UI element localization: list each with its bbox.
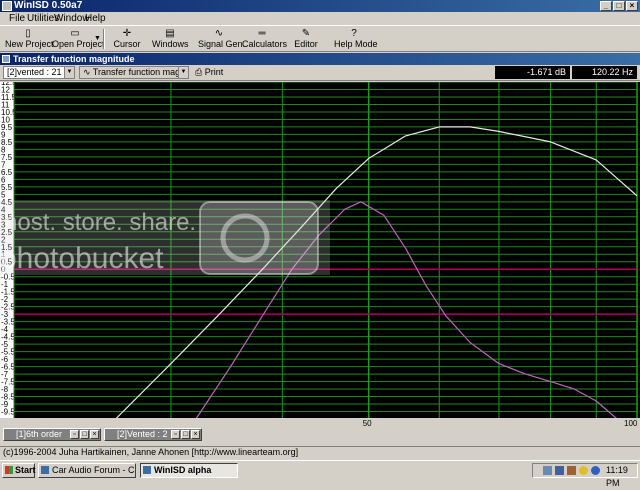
x-axis-labels: 50 100	[363, 419, 638, 428]
doc-toolbar: [2]vented : 21 ▼ ∿ Transfer function mag…	[0, 65, 640, 81]
app-icon	[2, 1, 12, 11]
db-readout: -1.671 dB	[495, 66, 570, 79]
toolbar-separator	[103, 29, 105, 49]
close-button[interactable]: ×	[626, 1, 638, 11]
system-tray: 11:19 PM	[532, 463, 638, 488]
chevron-down-icon: ▼	[178, 67, 188, 78]
windows-logo-icon	[5, 466, 13, 474]
response-curve-2	[195, 201, 618, 420]
cursor-button[interactable]: ✛ Cursor	[110, 28, 144, 50]
network-icon[interactable]	[543, 466, 552, 475]
open-project-dropdown-icon[interactable]: ▼	[94, 35, 101, 42]
graph-type-select[interactable]: ∿ Transfer function magnitude ▼	[79, 66, 189, 79]
editor-icon: ✎	[301, 28, 311, 39]
task-label: Car Audio Forum - CarAu...	[52, 465, 135, 475]
minimized-window-label: [1]6th order	[16, 429, 63, 439]
print-button[interactable]: ⎙ Print	[195, 66, 223, 79]
minimized-window-6th-order[interactable]: [1]6th order ▫ □ ×	[3, 428, 101, 441]
winisd-icon	[143, 466, 151, 474]
status-bar: (c)1996-2004 Juha Hartikainen, Janne Aho…	[0, 446, 640, 458]
project-select-value: [2]vented : 21	[7, 67, 62, 77]
x-tick-label: 50	[363, 419, 372, 428]
project-select[interactable]: [2]vented : 21 ▼	[3, 66, 75, 79]
signal-generator-button[interactable]: ∿ Signal Gen.	[198, 28, 245, 50]
menu-help[interactable]: Help	[85, 12, 106, 25]
maximize-icon[interactable]: □	[80, 430, 89, 439]
y-tick-label: -9.5	[1, 408, 15, 417]
transfer-function-chart[interactable]: 12.51211.51110.5109.598.587.576.565.554.…	[0, 78, 640, 420]
minimize-button[interactable]: _	[600, 1, 612, 11]
menu-bar: File Utilities Window Help	[0, 12, 640, 25]
printer-icon: ⎙	[195, 67, 203, 77]
maximize-button[interactable]: □	[613, 1, 625, 11]
calculators-button[interactable]: ═ Calculators	[242, 28, 287, 50]
restore-icon[interactable]: ▫	[70, 430, 79, 439]
start-label: Start	[15, 465, 36, 475]
main-toolbar: ▯ New Project ▭ Open Project ▼ ✛ Cursor …	[0, 25, 640, 52]
open-project-icon: ▭	[70, 28, 80, 39]
print-label: Print	[204, 67, 224, 77]
graph-type-value: Transfer function magnitude	[92, 67, 188, 77]
windows-button[interactable]: ▤ Windows	[152, 28, 189, 50]
restore-icon[interactable]: ▫	[171, 430, 180, 439]
messenger-icon[interactable]	[579, 466, 588, 475]
close-icon[interactable]: ×	[90, 430, 99, 439]
windows-icon: ▤	[165, 28, 175, 39]
new-project-button[interactable]: ▯ New Project	[5, 28, 54, 50]
browser-icon	[41, 466, 49, 474]
start-button[interactable]: Start	[2, 463, 36, 478]
clock: 11:19 PM	[606, 465, 628, 488]
doc-window-icon	[2, 55, 10, 63]
new-project-icon: ▯	[25, 28, 31, 39]
close-icon[interactable]: ×	[191, 430, 200, 439]
task-winisd[interactable]: WinISD alpha	[140, 463, 238, 478]
help-mode-button[interactable]: ? Help Mode	[334, 28, 378, 50]
taskbar: Start Car Audio Forum - CarAu... WinISD …	[0, 460, 640, 488]
doc-title-bar: Transfer function magnitude	[0, 53, 640, 65]
editor-button[interactable]: ✎ Editor	[292, 28, 320, 50]
calculators-icon: ═	[258, 28, 266, 39]
response-curve-1	[115, 126, 638, 420]
signal-generator-icon: ∿	[214, 28, 224, 39]
x-axis: 50 100	[0, 418, 640, 428]
open-project-button[interactable]: ▭ Open Project	[52, 28, 105, 50]
chevron-down-icon: ▼	[64, 67, 74, 78]
security-icon[interactable]	[591, 466, 600, 475]
help-mode-icon: ?	[351, 28, 357, 39]
graph-type-icon: ∿	[83, 67, 91, 77]
doc-title: Transfer function magnitude	[13, 54, 135, 64]
menu-file[interactable]: File	[9, 12, 25, 25]
task-car-audio-forum[interactable]: Car Audio Forum - CarAu...	[38, 463, 136, 478]
cursor-icon: ✛	[122, 28, 132, 39]
maximize-icon[interactable]: □	[181, 430, 190, 439]
minimized-window-label: [2]Vented : 2	[117, 429, 168, 439]
task-label: WinISD alpha	[154, 465, 212, 475]
monitor-icon[interactable]	[555, 466, 564, 475]
plot-area[interactable]: 12.5 12 11.5 11 10.5 10 9.5 9 8.5 8 7.5 7 6.5 6 5.5 5 4.…	[0, 78, 640, 420]
app-title-bar: WinISD 0.50a7 _ □ ×	[0, 0, 640, 12]
x-tick-label: 100	[624, 419, 638, 428]
minimized-window-vented[interactable]: [2]Vented : 2 ▫ □ ×	[104, 428, 202, 441]
speaker-icon[interactable]	[567, 466, 576, 475]
transfer-function-window: Transfer function magnitude [2]vented : …	[0, 53, 640, 428]
hz-readout: 120.22 Hz	[572, 66, 637, 79]
app-title: WinISD 0.50a7	[14, 0, 83, 11]
